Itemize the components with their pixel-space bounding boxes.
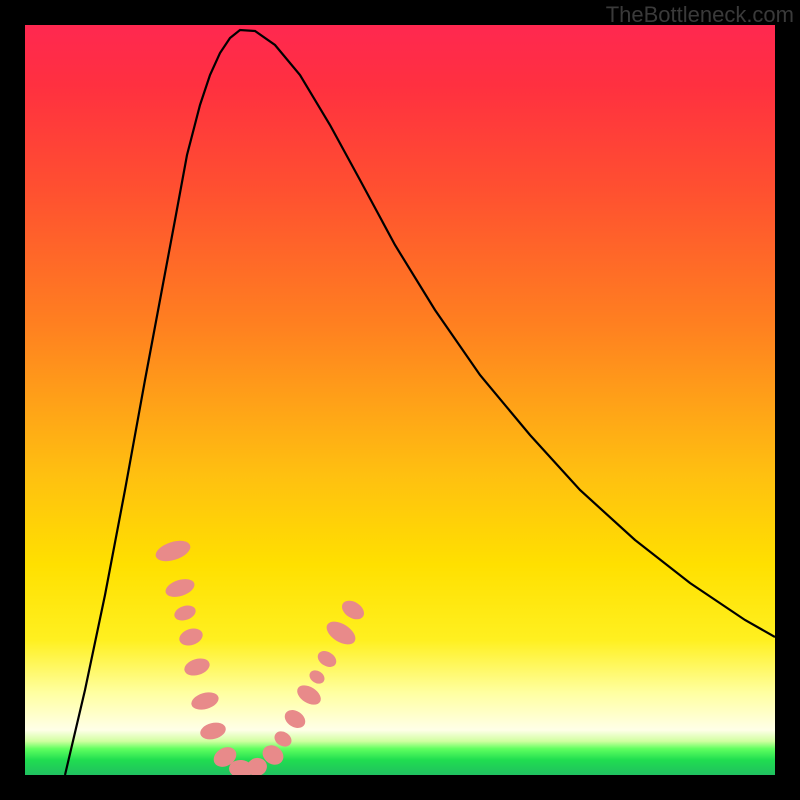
marker-bead <box>177 626 205 649</box>
marker-bead <box>294 681 325 708</box>
watermark-text: TheBottleneck.com <box>606 2 794 28</box>
plot-svg <box>25 25 775 775</box>
marker-bead <box>339 597 368 623</box>
marker-bead <box>315 648 339 670</box>
bottleneck-curve <box>65 30 775 775</box>
marker-bead <box>307 668 327 687</box>
marker-bead <box>189 689 220 712</box>
marker-bead <box>182 656 212 679</box>
marker-bead <box>172 603 197 623</box>
marker-bead <box>281 706 308 731</box>
marker-bead <box>153 537 193 565</box>
marker-bead <box>163 576 196 600</box>
marker-bead <box>198 720 227 742</box>
marker-bead <box>323 617 360 649</box>
chart-frame: TheBottleneck.com <box>0 0 800 800</box>
plot-area <box>25 25 775 775</box>
marker-beads <box>153 537 367 775</box>
